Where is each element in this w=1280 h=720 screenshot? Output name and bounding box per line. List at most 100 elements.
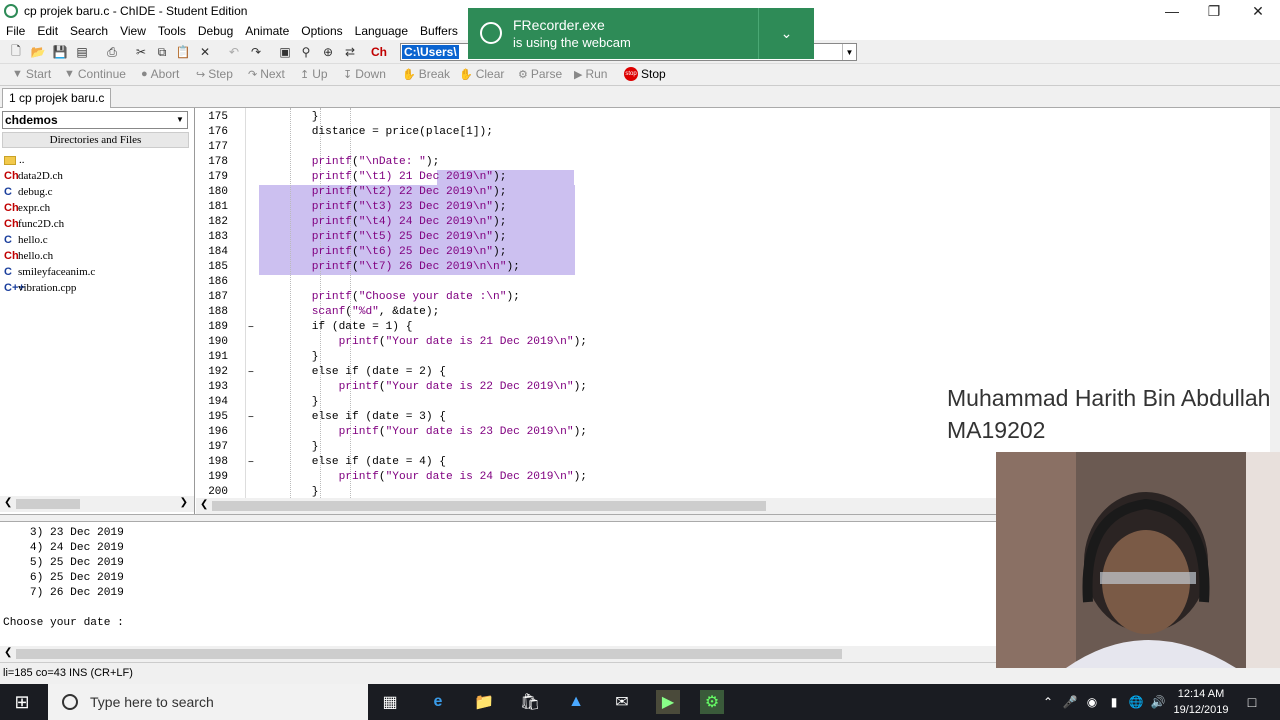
chide-taskbar-icon[interactable]: ⚙: [700, 690, 724, 714]
menu-buffers[interactable]: Buffers: [414, 24, 464, 38]
fold-marker[interactable]: [248, 200, 258, 215]
windows-start-icon[interactable]: ⊞: [10, 690, 34, 714]
menu-edit[interactable]: Edit: [31, 24, 64, 38]
run-button[interactable]: ▶ Run: [574, 67, 607, 81]
fold-marker[interactable]: [248, 275, 258, 290]
open-file-icon[interactable]: 📂: [30, 44, 46, 60]
fold-marker[interactable]: [248, 335, 258, 350]
code-line[interactable]: printf("\t4) 24 Dec 2019\n");: [258, 215, 507, 230]
scroll-left-icon[interactable]: ❮: [4, 647, 12, 658]
file-item[interactable]: Ch data2D.ch: [4, 168, 63, 184]
fold-marker[interactable]: [248, 470, 258, 485]
step-button[interactable]: ↪ Step: [196, 67, 233, 81]
battery-icon[interactable]: ▮: [1102, 690, 1126, 714]
fold-marker[interactable]: [248, 425, 258, 440]
scrollbar-thumb[interactable]: [16, 649, 842, 659]
clear-button[interactable]: ✋ Clear: [459, 67, 504, 81]
fold-marker[interactable]: −: [248, 365, 258, 380]
recorder-icon[interactable]: ▶: [656, 690, 680, 714]
file-item[interactable]: C++ vibration.cpp: [4, 280, 76, 296]
taskbar-clock[interactable]: 12:14 AM 19/12/2019: [1166, 686, 1236, 718]
fold-marker[interactable]: [248, 125, 258, 140]
paste-icon[interactable]: 📋: [175, 44, 191, 60]
chevron-down-icon[interactable]: ▼: [173, 112, 187, 128]
show-hidden-icons-icon[interactable]: ⌃: [1036, 690, 1060, 714]
code-line[interactable]: printf("\t6) 25 Dec 2019\n");: [258, 245, 507, 260]
file-item[interactable]: Cdebug.c: [4, 184, 53, 200]
menu-animate[interactable]: Animate: [239, 24, 295, 38]
cut-icon[interactable]: ✂: [133, 44, 149, 60]
break-button[interactable]: ✋ Break: [402, 67, 450, 81]
taskbar-search-box[interactable]: Type here to search: [48, 684, 368, 720]
fold-marker[interactable]: [248, 440, 258, 455]
code-line[interactable]: distance = price(place[1]);: [258, 125, 493, 140]
fold-marker[interactable]: [248, 350, 258, 365]
fold-marker[interactable]: [248, 260, 258, 275]
code-line[interactable]: printf("\t2) 22 Dec 2019\n");: [258, 185, 507, 200]
code-line[interactable]: scanf("%d", &date);: [258, 305, 440, 320]
code-line[interactable]: printf("\t3) 23 Dec 2019\n");: [258, 200, 507, 215]
code-line[interactable]: printf("\t7) 26 Dec 2019\n\n");: [258, 260, 520, 275]
menu-language[interactable]: Language: [349, 24, 414, 38]
close-button[interactable]: ✕: [1236, 0, 1280, 22]
save-all-icon[interactable]: ▤: [74, 44, 90, 60]
tab-cp-projek-baru[interactable]: 1 cp projek baru.c: [2, 88, 112, 108]
next-button[interactable]: ↷ Next: [248, 67, 285, 81]
menu-file[interactable]: File: [0, 24, 31, 38]
fold-marker[interactable]: [248, 155, 258, 170]
search-icon[interactable]: ⚲: [298, 44, 314, 60]
menu-options[interactable]: Options: [295, 24, 348, 38]
fold-marker[interactable]: [248, 305, 258, 320]
code-line[interactable]: }: [258, 440, 319, 455]
webcam-notification[interactable]: FRecorder.exe is using the webcam ⌄: [468, 8, 814, 59]
continue-button[interactable]: ▼ Continue: [64, 67, 126, 81]
fold-marker[interactable]: [248, 245, 258, 260]
abort-button[interactable]: ● Abort: [141, 67, 179, 81]
network-icon[interactable]: 🌐: [1124, 690, 1148, 714]
fold-marker[interactable]: −: [248, 455, 258, 470]
scrollbar-thumb[interactable]: [212, 501, 766, 511]
fold-marker[interactable]: [248, 230, 258, 245]
fold-marker[interactable]: [248, 170, 258, 185]
fold-marker[interactable]: [248, 395, 258, 410]
down-button[interactable]: ↧ Down: [343, 67, 386, 81]
code-line[interactable]: }: [258, 110, 319, 125]
code-line[interactable]: printf("Your date is 21 Dec 2019\n");: [258, 335, 587, 350]
undo-icon[interactable]: ↶: [226, 44, 242, 60]
menu-debug[interactable]: Debug: [192, 24, 239, 38]
zoom-in-icon[interactable]: ⊕: [320, 44, 336, 60]
start-button[interactable]: ▼ Start: [12, 67, 51, 81]
fold-marker[interactable]: −: [248, 320, 258, 335]
fold-marker[interactable]: [248, 185, 258, 200]
file-item[interactable]: Ch func2D.ch: [4, 216, 64, 232]
code-line[interactable]: printf("Your date is 23 Dec 2019\n");: [258, 425, 587, 440]
fold-marker[interactable]: [248, 215, 258, 230]
menu-search[interactable]: Search: [64, 24, 114, 38]
code-line[interactable]: printf("\nDate: ");: [258, 155, 440, 170]
notifications-icon[interactable]: □: [1240, 690, 1264, 714]
replace-icon[interactable]: ⇄: [342, 44, 358, 60]
file-item[interactable]: Ch hello.ch: [4, 248, 53, 264]
redo-icon[interactable]: ↷: [248, 44, 264, 60]
file-item[interactable]: Chello.c: [4, 232, 48, 248]
file-item[interactable]: Csmileyfaceanim.c: [4, 264, 95, 280]
save-icon[interactable]: 💾: [52, 44, 68, 60]
code-line[interactable]: else if (date = 4) {: [258, 455, 446, 470]
stop-button[interactable]: stop Stop: [624, 67, 666, 81]
file-item[interactable]: Ch expr.ch: [4, 200, 50, 216]
fold-marker[interactable]: [248, 140, 258, 155]
up-button[interactable]: ↥ Up: [300, 67, 328, 81]
file-item[interactable]: ..: [4, 152, 25, 168]
code-line[interactable]: }: [258, 350, 319, 365]
scroll-right-icon[interactable]: ❯: [180, 497, 188, 508]
code-line[interactable]: printf("\t5) 25 Dec 2019\n");: [258, 230, 507, 245]
code-line[interactable]: printf("Choose your date :\n");: [258, 290, 520, 305]
ch-run-icon[interactable]: Ch: [371, 44, 387, 60]
delete-icon[interactable]: ✕: [197, 44, 213, 60]
fold-marker[interactable]: −: [248, 410, 258, 425]
fold-marker[interactable]: [248, 290, 258, 305]
code-line[interactable]: printf("Your date is 22 Dec 2019\n");: [258, 380, 587, 395]
find-icon[interactable]: ▣: [277, 44, 293, 60]
parse-button[interactable]: ⚙ Parse: [518, 67, 562, 81]
mail-icon[interactable]: ✉: [610, 690, 634, 714]
